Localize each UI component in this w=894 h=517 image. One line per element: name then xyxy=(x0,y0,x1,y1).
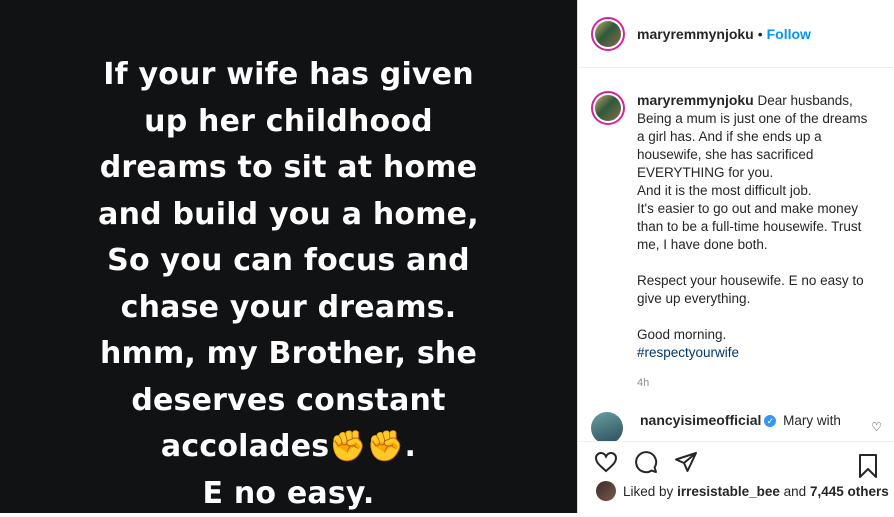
post-header: maryremmynjoku • Follow xyxy=(578,0,894,68)
post-time[interactable]: 4h xyxy=(637,374,877,392)
quote-line: and build you a home, xyxy=(59,192,519,239)
quote-line: dreams to sit at home xyxy=(59,145,519,192)
verified-badge-icon: ✓ xyxy=(764,415,776,427)
follow-button[interactable]: Follow xyxy=(767,26,811,42)
post-side-panel: maryremmynjoku • Follow maryremmynjoku D… xyxy=(577,0,894,513)
raised-fist-emoji: ✊ xyxy=(367,424,405,471)
caption-text: maryremmynjoku Dear husbands, Being a mu… xyxy=(637,91,877,392)
action-bar xyxy=(578,441,894,481)
post-image: If your wife has given up her childhood … xyxy=(0,0,577,513)
raised-fist-emoji: ✊ xyxy=(329,424,367,471)
header-username[interactable]: maryremmynjoku xyxy=(637,26,754,42)
bookmark-icon[interactable] xyxy=(858,454,878,478)
comment-like-heart-icon[interactable]: ♡ xyxy=(871,420,882,434)
comment-avatar[interactable] xyxy=(591,412,623,441)
heart-icon[interactable] xyxy=(594,450,618,474)
comment-icon[interactable] xyxy=(634,450,658,474)
quote-line: If your wife has given xyxy=(59,52,519,99)
quote-period: . xyxy=(404,429,416,464)
caption-paragraph: Good morning. xyxy=(637,326,877,344)
likes-prefix: Liked by xyxy=(623,484,673,499)
caption-line: Dear husbands, xyxy=(757,93,852,108)
hashtag-link[interactable]: #respectyourwife xyxy=(637,345,739,360)
comment-username[interactable]: nancyisimeofficial xyxy=(640,412,761,428)
caption: maryremmynjoku Dear husbands, Being a mu… xyxy=(578,69,894,392)
caption-avatar[interactable] xyxy=(591,91,625,125)
quote-line: deserves constant xyxy=(59,378,519,425)
quote-line: hmm, my Brother, she xyxy=(59,331,519,378)
caption-username[interactable]: maryremmynjoku xyxy=(637,92,754,108)
caption-line: Being a mum is just one of the dreams a … xyxy=(637,110,877,182)
share-icon[interactable] xyxy=(674,450,698,474)
comment-item: nancyisimeofficial✓ Mary with ♡ xyxy=(578,392,894,441)
avatar[interactable] xyxy=(591,17,625,51)
comment-body: Mary with xyxy=(783,413,841,428)
quote-line-accolades: accolades✊✊. xyxy=(59,424,519,471)
quote-line: chase your dreams. xyxy=(59,285,519,332)
likes-count-link[interactable]: 7,445 others xyxy=(810,484,889,499)
post-quote: If your wife has given up her childhood … xyxy=(59,52,519,517)
caption-line: It's easier to go out and make money tha… xyxy=(637,200,877,254)
quote-line: E no easy. xyxy=(59,471,519,517)
liker-username[interactable]: irresistable_bee xyxy=(677,484,780,499)
likes-summary: Liked by irresistable_bee and 7,445 othe… xyxy=(578,481,894,501)
caption-line: And it is the most difficult job. xyxy=(637,182,877,200)
separator-dot: • xyxy=(758,26,763,42)
quote-word: accolades xyxy=(161,429,329,464)
comments-section[interactable]: maryremmynjoku Dear husbands, Being a mu… xyxy=(578,69,894,441)
comment-text: nancyisimeofficial✓ Mary with xyxy=(640,412,841,441)
quote-line: up her childhood xyxy=(59,99,519,146)
quote-line: So you can focus and xyxy=(59,238,519,285)
likes-and: and xyxy=(784,484,807,499)
liker-avatar[interactable] xyxy=(596,481,616,501)
caption-paragraph: Respect your housewife. E no easy to giv… xyxy=(637,272,877,308)
